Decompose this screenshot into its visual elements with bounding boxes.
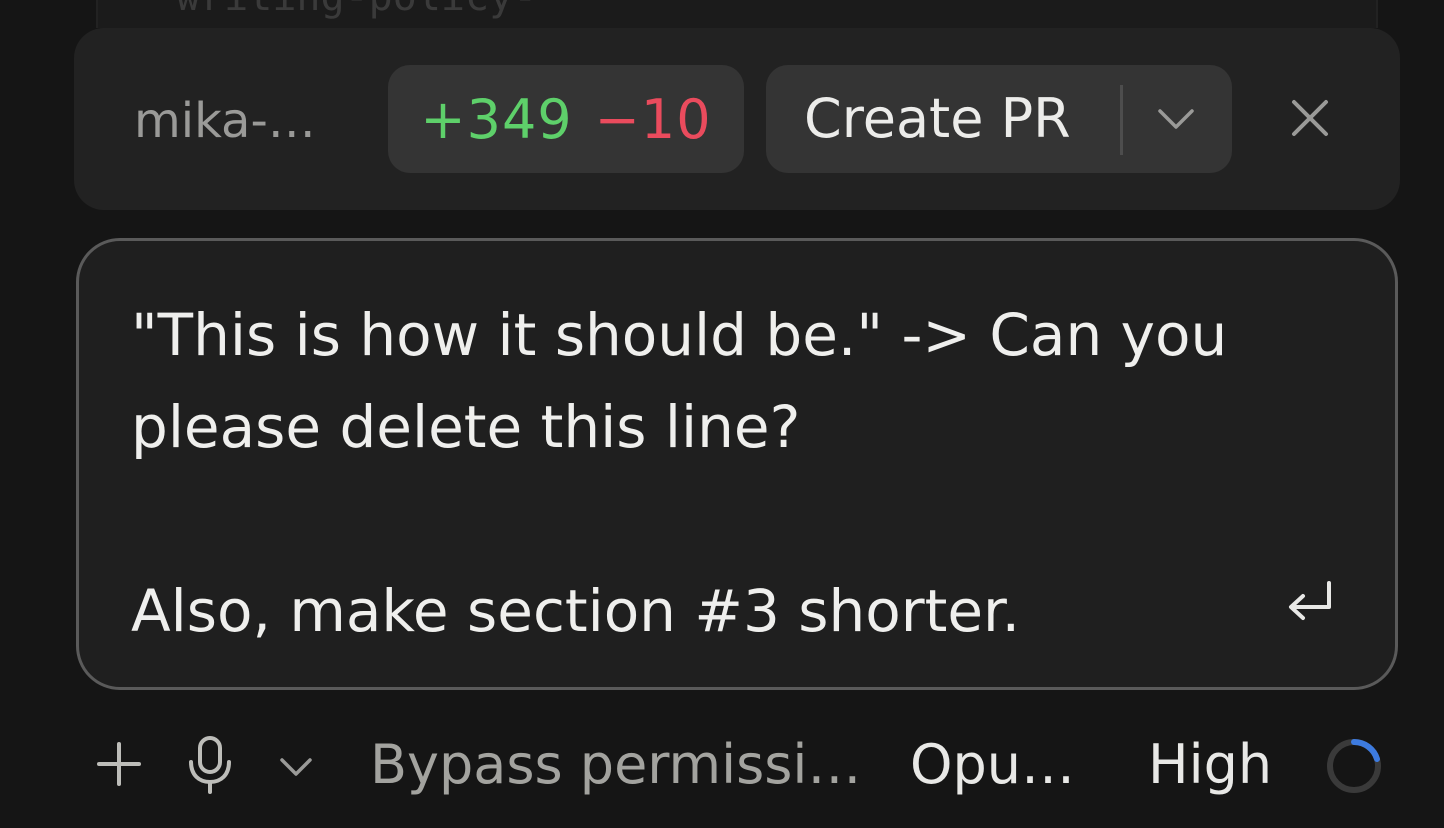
lines-removed: −10 bbox=[594, 87, 712, 151]
enter-icon[interactable] bbox=[1283, 577, 1339, 627]
prompt-input[interactable]: "This is how it should be." -> Can you p… bbox=[76, 238, 1398, 690]
create-pr-split-button: Create PR bbox=[766, 65, 1232, 173]
composer-screen: writing-policy- mika-… +349 −10 Create P… bbox=[0, 0, 1444, 828]
close-icon[interactable] bbox=[1282, 90, 1338, 146]
background-editor: writing-policy- bbox=[96, 0, 1378, 28]
chevron-down-icon[interactable] bbox=[1156, 103, 1196, 135]
effort-selector[interactable]: High bbox=[1148, 730, 1272, 800]
composer-footer: Bypass permissi… Opu… High bbox=[0, 720, 1444, 820]
chevron-down-icon[interactable] bbox=[278, 756, 314, 778]
permission-mode-selector[interactable]: Bypass permissi… bbox=[370, 730, 861, 800]
branch-name[interactable]: mika-… bbox=[134, 88, 316, 154]
model-selector[interactable]: Opu… bbox=[910, 730, 1075, 800]
diff-stats-button[interactable]: +349 −10 bbox=[388, 65, 744, 173]
session-toolbar: mika-… +349 −10 Create PR bbox=[74, 28, 1400, 210]
split-divider bbox=[1120, 85, 1123, 155]
prompt-text[interactable]: "This is how it should be." -> Can you p… bbox=[131, 289, 1251, 657]
lines-added: +349 bbox=[420, 87, 573, 151]
background-code-text: writing-policy- bbox=[176, 0, 537, 20]
spinner-icon bbox=[1327, 738, 1381, 793]
plus-icon[interactable] bbox=[96, 741, 142, 787]
microphone-icon[interactable] bbox=[186, 735, 234, 795]
create-pr-button[interactable]: Create PR bbox=[804, 65, 1071, 173]
